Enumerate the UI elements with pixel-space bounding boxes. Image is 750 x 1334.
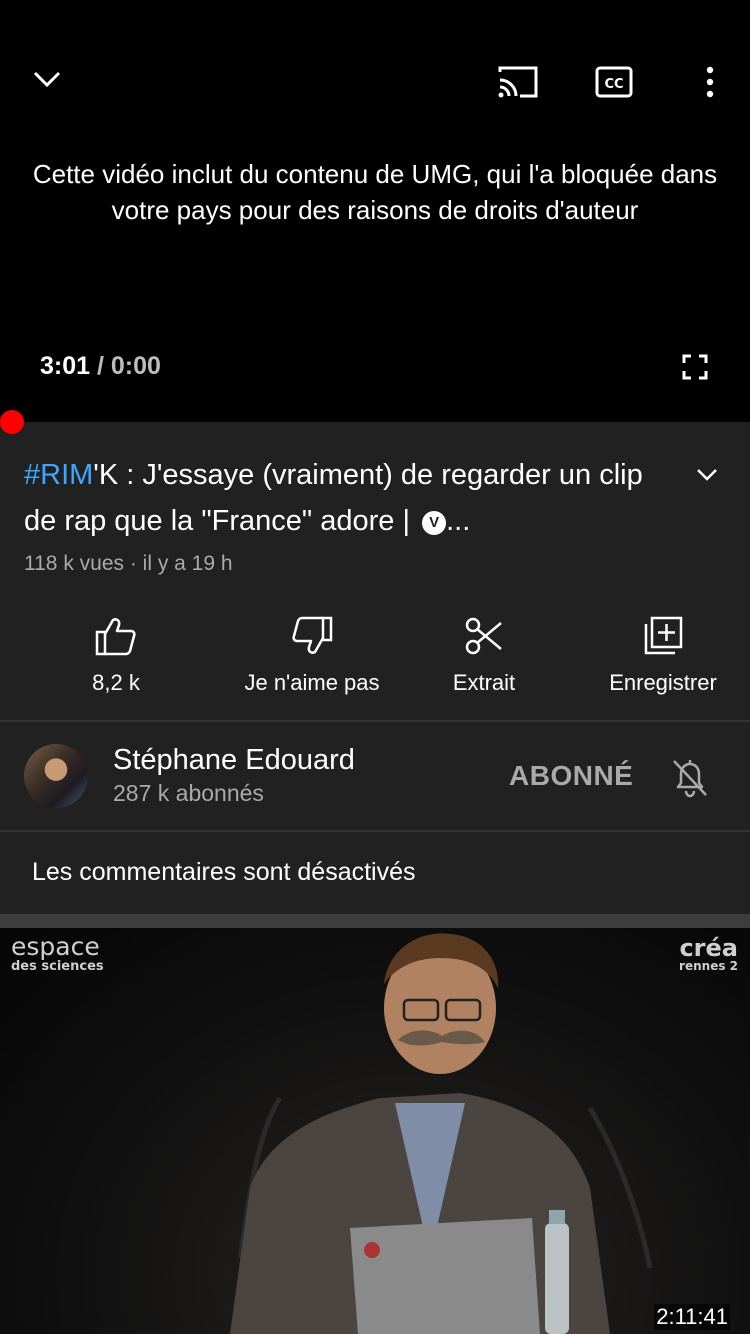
subscribed-button[interactable]: ABONNÉ	[509, 760, 633, 792]
svg-text:CC: CC	[604, 77, 623, 92]
bell-off-icon[interactable]	[668, 754, 712, 802]
watermark-right-title: créa	[679, 934, 738, 962]
subscriber-count: 287 k abonnés	[113, 780, 264, 806]
scissors-icon	[464, 612, 504, 660]
save-label: Enregistrer	[609, 670, 717, 695]
total-duration: 0:00	[110, 352, 161, 380]
clip-label: Extrait	[452, 670, 516, 695]
progress-scrubber[interactable]	[0, 410, 24, 434]
video-player[interactable]: CC Cette vidéo inclut du contenu de UMG,…	[0, 0, 750, 422]
title-ellipsis: ...	[446, 505, 471, 537]
channel-name[interactable]: Stéphane Edouard	[113, 744, 355, 777]
watermark-left-title: espace	[11, 932, 100, 961]
watermark-right-subtitle: rennes 2	[679, 959, 738, 973]
save-button[interactable]: Enregistrer	[576, 608, 750, 708]
watermark-left: espace des sciences	[11, 932, 104, 974]
dislike-label: Je n'aime pas	[244, 670, 380, 695]
cast-icon[interactable]	[494, 60, 542, 104]
expand-description-icon[interactable]	[690, 458, 724, 492]
next-video-thumbnail[interactable]: espace des sciences créa rennes 2 2:11:4…	[0, 928, 750, 1334]
chevron-down-icon[interactable]	[26, 58, 68, 100]
blocked-message: Cette vidéo inclut du contenu de UMG, qu…	[32, 159, 718, 225]
avatar[interactable]	[24, 744, 88, 808]
hashtag-link[interactable]: #RIM	[24, 459, 93, 491]
time-separator: /	[90, 352, 111, 380]
thumbnail-image	[230, 933, 653, 1334]
video-meta: 118 k vues · il y a 19 h	[24, 552, 233, 575]
clip-button[interactable]: Extrait	[392, 608, 576, 708]
watermark-left-subtitle: des sciences	[11, 959, 104, 974]
section-separator	[0, 914, 750, 928]
watermark-right: créa rennes 2	[679, 936, 738, 972]
verified-badge-icon: V	[422, 511, 447, 535]
captions-icon[interactable]: CC	[592, 60, 636, 104]
current-time: 3:01	[40, 352, 91, 380]
dislike-button[interactable]: Je n'aime pas	[232, 608, 392, 708]
time-display: 3:01 / 0:00	[40, 352, 161, 381]
thumbs-down-icon	[291, 612, 333, 660]
action-bar: 8,2 k Je n'aime pas Extrait Enregistrer	[0, 608, 750, 708]
divider	[0, 830, 750, 832]
playlist-add-icon	[643, 612, 683, 660]
like-button[interactable]: 8,2 k	[0, 608, 232, 708]
title-text: 'K : J'essaye (vraiment) de regarder un …	[24, 459, 643, 537]
like-count: 8,2 k	[92, 670, 140, 695]
video-duration-badge: 2:11:41	[654, 1304, 730, 1330]
fullscreen-icon[interactable]	[678, 350, 712, 384]
thumbs-up-icon	[95, 612, 137, 660]
channel-row[interactable]: Stéphane Edouard 287 k abonnés ABONNÉ	[0, 722, 750, 830]
video-title[interactable]: #RIM'K : J'essaye (vraiment) de regarder…	[24, 452, 664, 544]
more-vert-icon[interactable]	[696, 60, 724, 104]
comments-disabled-text: Les commentaires sont désactivés	[32, 858, 416, 886]
